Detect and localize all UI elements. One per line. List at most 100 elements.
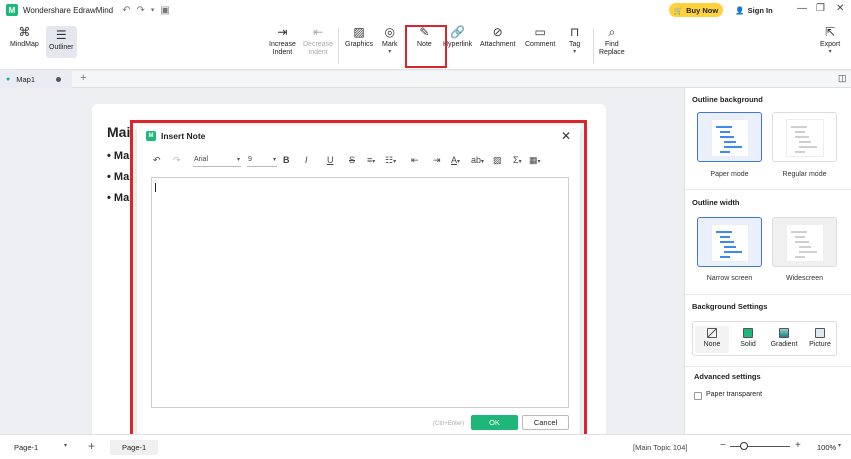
attachment-button[interactable]: ⊘ Attachment	[480, 25, 515, 49]
widescreen-label: Widescreen	[786, 275, 823, 282]
buy-now-button[interactable]: 🛒 Buy Now	[669, 3, 723, 17]
document-tabs: ● Map1 + ◫	[0, 71, 851, 88]
ribbon-divider	[593, 28, 594, 64]
user-icon: 👤	[735, 5, 745, 15]
comment-label: Comment	[525, 41, 556, 48]
restore-icon[interactable]: ❐	[816, 3, 825, 14]
buy-now-label: Buy Now	[686, 5, 719, 15]
background-solid-option[interactable]: Solid	[731, 326, 765, 353]
solid-fill-icon	[743, 328, 753, 338]
divider	[685, 294, 851, 295]
mindmap-label: MindMap	[10, 41, 39, 48]
background-picture-option[interactable]: Picture	[803, 326, 837, 353]
find-replace-label: Find Replace	[599, 41, 625, 57]
section-title: Advanced settings	[694, 372, 761, 381]
find-replace-button[interactable]: ⌕ Find Replace	[599, 25, 625, 57]
edrawmind-logo-icon: M	[6, 4, 18, 16]
section-title: Background Settings	[692, 302, 768, 311]
hyperlink-button[interactable]: 🔗 Hyperlink	[443, 25, 472, 49]
chevron-down-icon[interactable]: ▾	[838, 442, 841, 449]
minimize-icon[interactable]: —	[797, 3, 807, 14]
map-icon: ●	[6, 76, 11, 83]
undo-icon[interactable]: ↶	[122, 5, 130, 16]
note-highlight-box	[405, 25, 447, 68]
add-page-icon[interactable]: +	[88, 439, 95, 453]
ribbon-divider	[338, 28, 339, 64]
background-picture-label: Picture	[809, 341, 831, 348]
chevron-down-icon: ▾	[828, 49, 832, 56]
increase-indent-button[interactable]: ⇥ Increase Indent	[269, 25, 296, 57]
outline-bullet[interactable]: • Mai	[107, 171, 132, 183]
tag-label: Tag	[569, 41, 581, 48]
find-replace-icon: ⌕	[608, 25, 616, 39]
graphics-icon: ▨	[353, 25, 365, 39]
selection-info: [Main Topic 104]	[633, 443, 688, 452]
add-tab-icon[interactable]: +	[80, 72, 86, 84]
paper-transparent-checkbox[interactable]	[694, 392, 702, 400]
outline-bullet[interactable]: • Mai	[107, 150, 132, 162]
zoom-slider[interactable]	[730, 446, 790, 447]
zoom-level[interactable]: 100%	[817, 443, 836, 452]
chevron-down-icon[interactable]: ▾	[64, 442, 67, 449]
background-none-label: None	[703, 341, 721, 348]
widescreen-thumbnail	[786, 224, 824, 262]
panel-toggle-icon[interactable]: ◫	[838, 73, 847, 84]
background-none-option[interactable]: None	[695, 326, 729, 353]
graphics-button[interactable]: ▨ Graphics	[345, 25, 373, 49]
zoom-out-icon[interactable]: −	[720, 440, 726, 451]
zoom-in-icon[interactable]: +	[795, 440, 801, 451]
mindmap-view-button[interactable]: ⌘ MindMap	[10, 25, 39, 49]
comment-button[interactable]: ▭ Comment	[525, 25, 556, 49]
export-label: Export	[820, 41, 841, 48]
regular-mode-label: Regular mode	[782, 171, 827, 178]
outline-main-title[interactable]: Mai	[107, 124, 130, 140]
close-window-icon[interactable]: ✕	[836, 3, 844, 14]
outliner-icon: ☰	[55, 28, 67, 42]
paper-mode-thumbnail	[711, 119, 749, 157]
paper-mode-label: Paper mode	[710, 171, 749, 178]
section-title: Outline width	[692, 198, 740, 207]
outliner-view-button[interactable]: ☰ Outliner	[46, 26, 77, 59]
regular-mode-option[interactable]	[772, 112, 837, 162]
outline-bullet[interactable]: • Mai	[107, 192, 132, 204]
decrease-indent-button[interactable]: ⇤ Decrease Indent	[303, 25, 333, 57]
mark-label: Mark	[382, 41, 398, 48]
mark-pin-icon: ◎	[384, 25, 396, 39]
title-bar: M Wondershare EdrawMind ↶ ↷ ▾ ▣ 🛒 Buy No…	[0, 0, 851, 20]
paper-transparent-label: Paper transparent	[706, 391, 763, 398]
divider	[685, 366, 851, 367]
none-slash-icon	[707, 328, 717, 338]
unsaved-dot-icon	[56, 77, 61, 82]
attachment-icon: ⊘	[492, 25, 503, 39]
background-options: None Solid Gradient Picture	[692, 321, 837, 356]
app-title: Wondershare EdrawMind	[23, 5, 114, 15]
hyperlink-icon: 🔗	[450, 25, 466, 39]
chevron-down-icon: ▾	[388, 49, 392, 56]
regular-mode-thumbnail	[786, 119, 824, 157]
narrow-screen-thumbnail	[711, 224, 749, 262]
paper-mode-option[interactable]	[697, 112, 762, 162]
tab-map1[interactable]: ● Map1	[0, 71, 72, 88]
save-icon[interactable]: ▣	[160, 5, 169, 16]
outline-settings-panel: Outline background Paper mode Regular mo…	[684, 88, 851, 434]
sign-in-button[interactable]: 👤 Sign In	[730, 3, 778, 17]
sign-in-label: Sign In	[747, 5, 773, 15]
widescreen-option[interactable]	[772, 217, 837, 267]
increase-indent-icon: ⇥	[277, 25, 288, 39]
mark-button[interactable]: ◎ Mark ▾	[382, 25, 398, 56]
page-tab-label: Page-1	[122, 443, 147, 452]
narrow-screen-label: Narrow screen	[706, 275, 753, 282]
mindmap-icon: ⌘	[18, 25, 31, 39]
page-selector[interactable]: Page-1	[14, 443, 38, 452]
tag-icon: ⊓	[569, 25, 580, 39]
redo-icon[interactable]: ↷	[137, 5, 145, 16]
background-solid-label: Solid	[740, 341, 756, 348]
background-gradient-option[interactable]: Gradient	[767, 326, 801, 353]
narrow-screen-option[interactable]	[697, 217, 762, 267]
page-tab[interactable]: Page-1	[110, 440, 158, 455]
export-button[interactable]: ⇱ Export ▾	[820, 25, 841, 56]
tag-button[interactable]: ⊓ Tag ▾	[569, 25, 581, 56]
background-gradient-label: Gradient	[770, 341, 798, 348]
zoom-slider-handle[interactable]	[740, 442, 748, 450]
dropdown-icon[interactable]: ▾	[151, 6, 155, 14]
